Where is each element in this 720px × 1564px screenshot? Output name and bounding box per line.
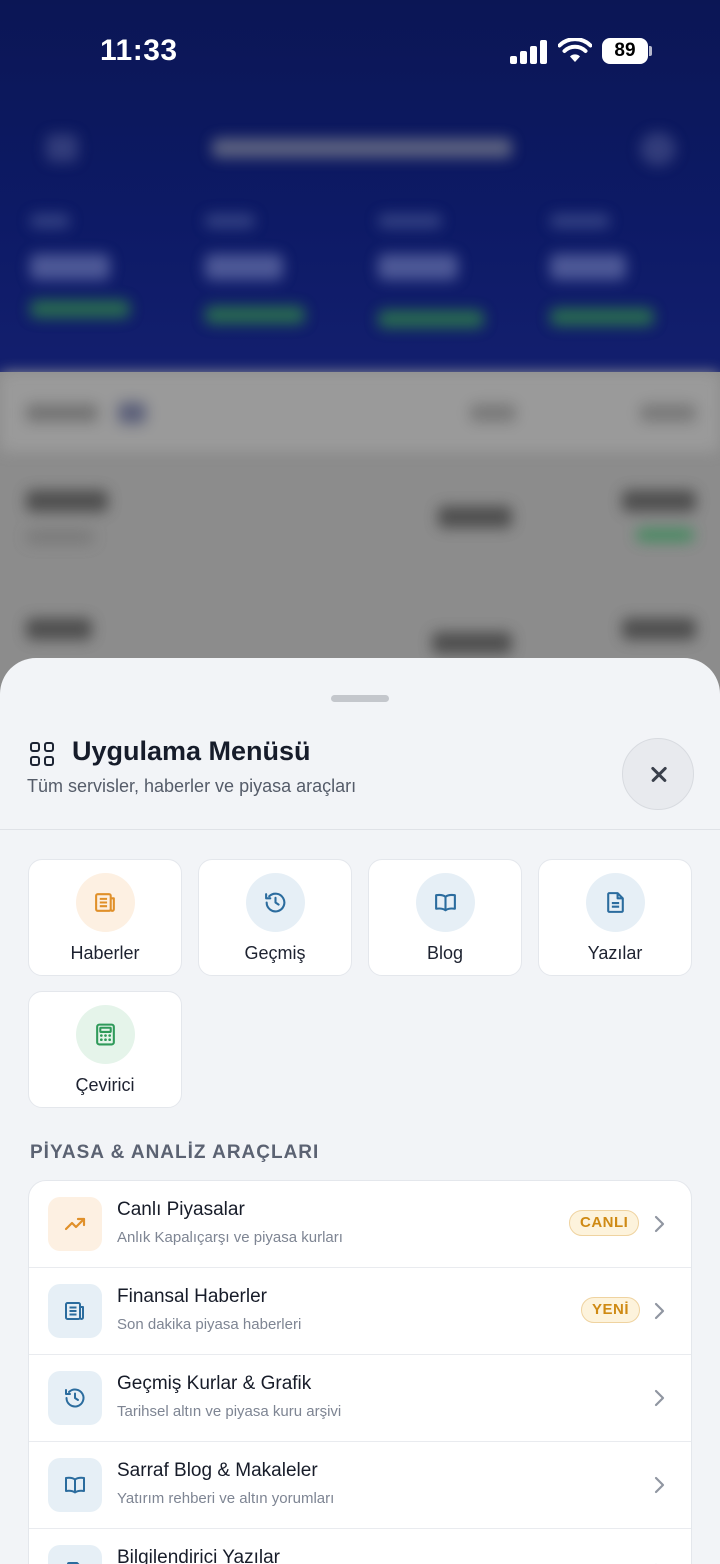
close-button[interactable] <box>622 738 694 810</box>
tile-cevirici[interactable]: Çevirici <box>28 991 182 1108</box>
history-icon <box>48 1371 102 1425</box>
battery-level: 89 <box>602 38 648 64</box>
book-icon <box>48 1458 102 1512</box>
list-item-gecmis-kurlar[interactable]: Geçmiş Kurlar & Grafik Tarihsel altın ve… <box>29 1355 691 1442</box>
grid-icon <box>30 742 54 766</box>
list-item-title: Canlı Piyasalar <box>117 1199 245 1220</box>
list-item-bilgilendirici-yazilar[interactable]: Bilgilendirici Yazılar <box>29 1529 691 1564</box>
history-icon <box>246 873 305 932</box>
tile-blog[interactable]: Blog <box>368 859 522 976</box>
status-bar: 11:33 89 <box>0 0 720 100</box>
status-time: 11:33 <box>100 34 178 67</box>
tile-label: Çevirici <box>75 1075 135 1095</box>
tile-yazilar[interactable]: Yazılar <box>538 859 692 976</box>
chevron-right-icon <box>654 1389 665 1407</box>
sheet-subtitle: Tüm servisler, haberler ve piyasa araçla… <box>27 776 357 796</box>
book-icon <box>416 873 475 932</box>
trending-up-icon <box>48 1197 102 1251</box>
tile-label: Blog <box>426 943 464 963</box>
list-item-finansal-haberler[interactable]: Finansal Haberler Son dakika piyasa habe… <box>29 1268 691 1355</box>
list-item-sarraf-blog[interactable]: Sarraf Blog & Makaleler Yatırım rehberi … <box>29 1442 691 1529</box>
calculator-icon <box>76 1005 135 1064</box>
app-menu-sheet: Uygulama Menüsü Tüm servisler, haberler … <box>0 658 720 1564</box>
document-icon <box>48 1545 102 1564</box>
list-item-title: Finansal Haberler <box>117 1286 267 1307</box>
chevron-right-icon <box>654 1215 665 1233</box>
list-item-canli-piyasalar[interactable]: Canlı Piyasalar Anlık Kapalıçarşı ve piy… <box>29 1181 691 1268</box>
sheet-header: Uygulama Menüsü Tüm servisler, haberler … <box>0 658 720 830</box>
list-item-subtitle: Tarihsel altın ve piyasa kuru arşivi <box>117 1403 342 1420</box>
chevron-right-icon <box>654 1302 665 1320</box>
status-badge: CANLI <box>569 1210 640 1236</box>
tile-label: Yazılar <box>587 943 643 963</box>
newspaper-icon <box>48 1284 102 1338</box>
list-item-subtitle: Anlık Kapalıçarşı ve piyasa kurları <box>117 1229 343 1246</box>
wifi-icon <box>558 38 592 62</box>
section-title: PİYASA & ANALİZ ARAÇLARI <box>30 1142 320 1163</box>
document-icon <box>586 873 645 932</box>
tile-label: Haberler <box>70 943 140 963</box>
tile-haberler[interactable]: Haberler <box>28 859 182 976</box>
tile-gecmis[interactable]: Geçmiş <box>198 859 352 976</box>
status-badge: YENİ <box>581 1297 641 1323</box>
battery-icon: 89 <box>602 38 652 64</box>
list-item-subtitle: Son dakika piyasa haberleri <box>117 1316 302 1333</box>
list-item-subtitle: Yatırım rehberi ve altın yorumları <box>117 1490 335 1507</box>
sheet-title: Uygulama Menüsü <box>72 736 311 766</box>
tile-label: Geçmiş <box>244 943 306 963</box>
list-item-title: Geçmiş Kurlar & Grafik <box>117 1373 312 1394</box>
tools-list: Canlı Piyasalar Anlık Kapalıçarşı ve piy… <box>28 1180 692 1564</box>
newspaper-icon <box>76 873 135 932</box>
list-item-title: Sarraf Blog & Makaleler <box>117 1460 318 1481</box>
list-item-title: Bilgilendirici Yazılar <box>117 1547 280 1564</box>
cellular-signal-icon <box>510 40 548 64</box>
chevron-right-icon <box>654 1476 665 1494</box>
